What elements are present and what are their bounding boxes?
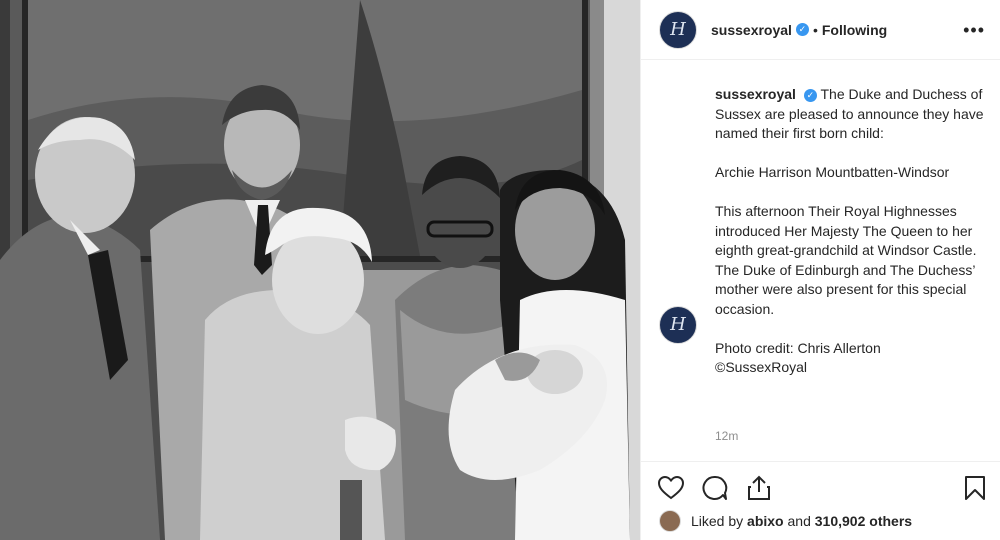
ellipsis-icon[interactable]: ••• [963, 21, 985, 39]
caption-paragraph-3: This afternoon Their Royal Highnesses in… [715, 203, 977, 317]
following-button[interactable]: Following [822, 22, 887, 38]
verified-badge-icon: ✓ [803, 88, 817, 102]
liker-username-link[interactable]: abixo [747, 513, 784, 529]
separator-dot: • [812, 21, 818, 38]
photo-illustration [0, 0, 640, 540]
likes-prefix: Liked by [691, 513, 744, 529]
likes-summary: Liked by abixo and 310,902 others [659, 510, 912, 532]
caption-paragraph-1: sussexroyal ✓ The Duke and Duchess of Su… [715, 85, 985, 144]
post-timestamp[interactable]: 12m [715, 429, 738, 443]
likes-mid: and [787, 513, 811, 529]
caption-avatar[interactable]: H [659, 306, 697, 344]
share-icon[interactable] [745, 474, 773, 502]
profile-avatar[interactable]: H [659, 10, 697, 49]
photo-credit: Photo credit: Chris Allerton [715, 339, 881, 356]
copyright-handle: ©SussexRoyal [715, 359, 808, 375]
bookmark-icon[interactable] [961, 474, 989, 502]
caption-paragraph-4: Photo credit: Chris Allerton ©SussexRoya… [715, 339, 985, 378]
likes-count-link[interactable]: 310,902 others [815, 513, 912, 529]
comment-icon[interactable] [701, 474, 729, 502]
liker-avatar[interactable] [659, 510, 681, 532]
heart-icon[interactable] [657, 474, 685, 502]
avatar-monogram: H [670, 314, 686, 335]
action-bar [641, 461, 1000, 511]
comments-area[interactable]: H sussexroyal ✓ The Duke and Duchess of … [641, 61, 1000, 461]
caption-username-link[interactable]: sussexroyal [715, 86, 796, 102]
post-side-panel: H sussexroyal ✓ • Following ••• H sussex… [640, 0, 1000, 540]
verified-badge-icon: ✓ [795, 23, 809, 36]
username-link[interactable]: sussexroyal [711, 22, 792, 38]
caption-text: sussexroyal ✓ The Duke and Duchess of Su… [715, 85, 985, 397]
caption-paragraph-2: Archie Harrison Mountbatten-Windsor [715, 164, 950, 180]
post-header: H sussexroyal ✓ • Following ••• [641, 0, 1000, 60]
post-photo[interactable] [0, 0, 640, 540]
avatar-monogram: H [670, 18, 686, 40]
